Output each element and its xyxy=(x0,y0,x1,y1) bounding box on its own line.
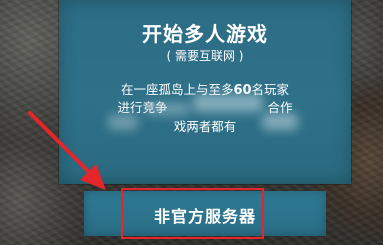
redaction-blur xyxy=(108,114,138,130)
description-line-3: 戏两者都有 xyxy=(59,116,351,135)
description-line-3-text: 戏两者都有 xyxy=(173,119,237,134)
redaction-blur xyxy=(145,103,190,115)
redaction-blur xyxy=(262,113,298,130)
panel-subtitle: ( 需要互联网 ) xyxy=(166,49,244,63)
panel-title: 开始多人游戏 xyxy=(142,22,268,46)
highlight-box xyxy=(121,188,264,239)
redaction-blur xyxy=(193,94,263,112)
